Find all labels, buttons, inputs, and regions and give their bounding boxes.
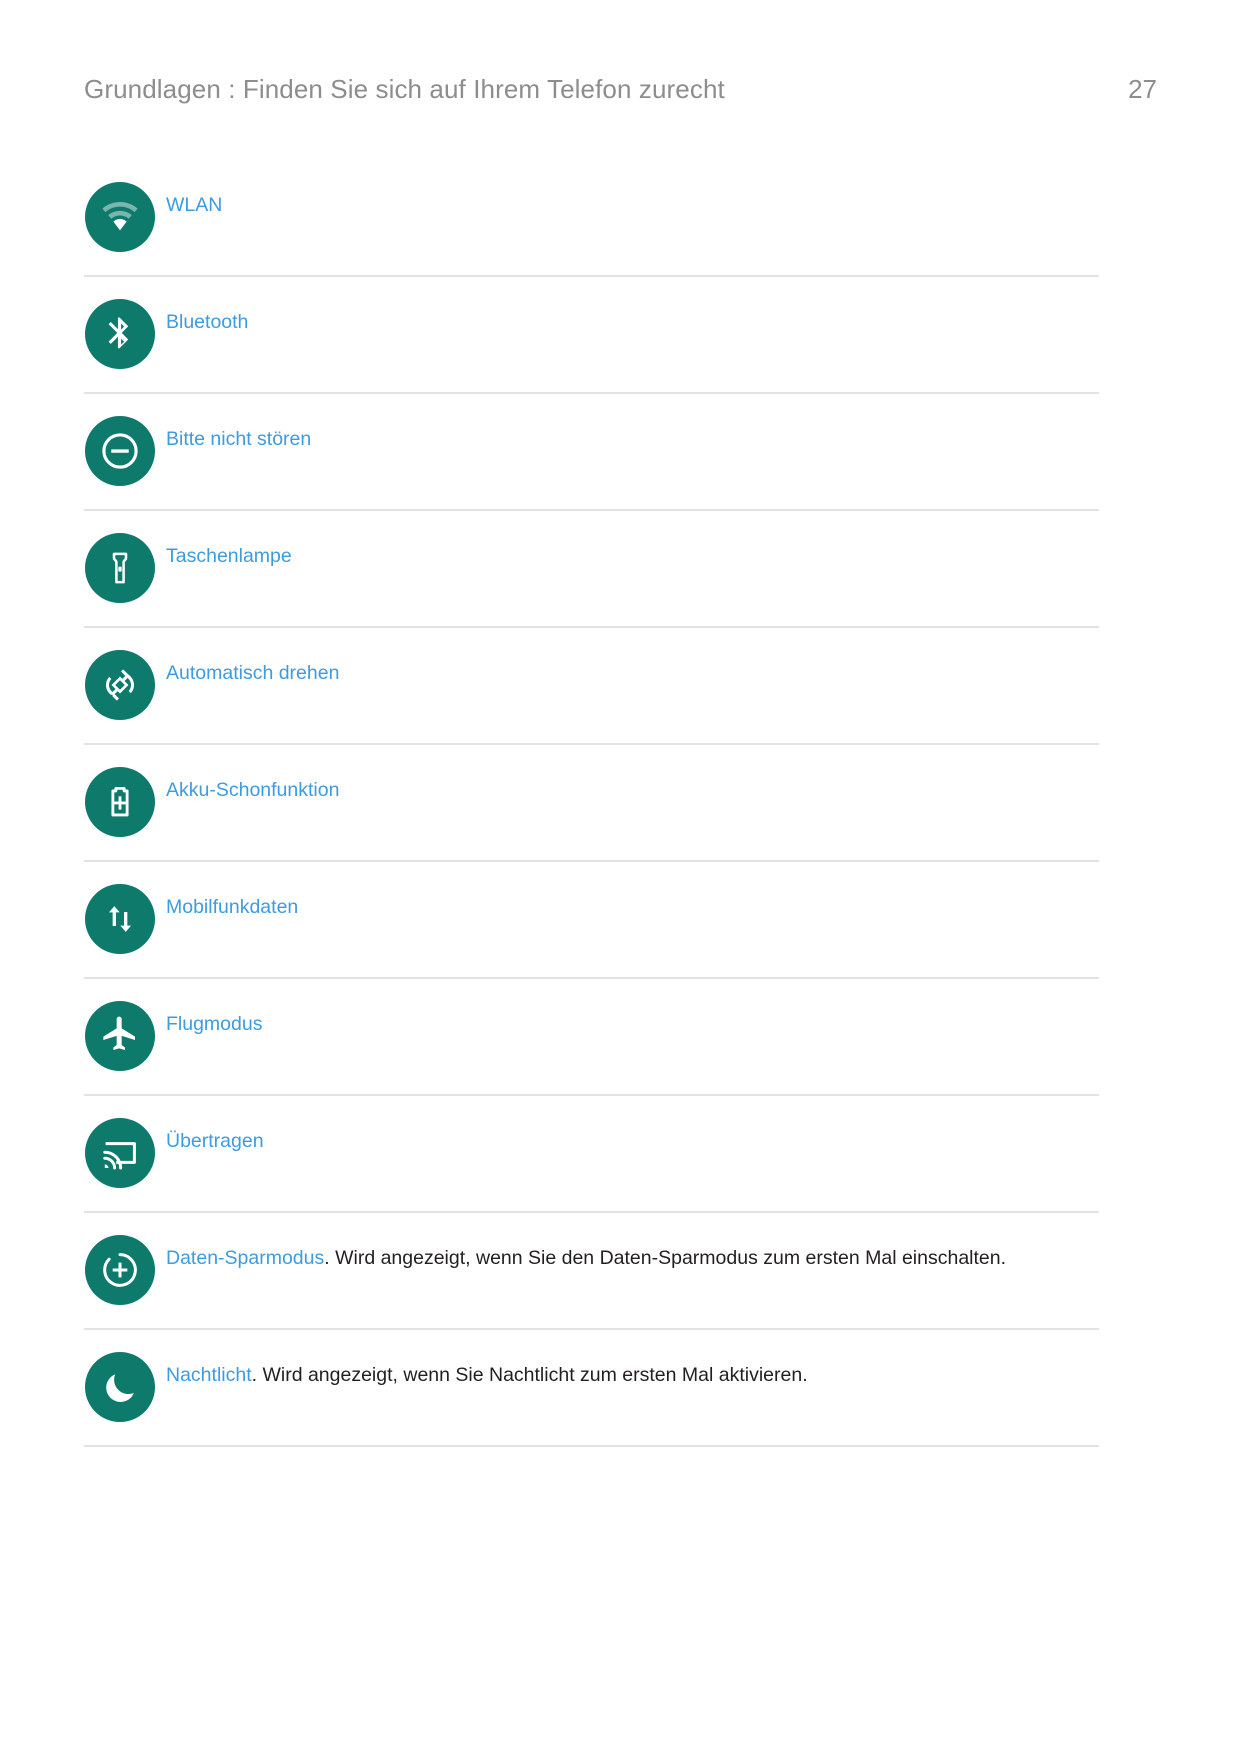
airplane-mode-icon (85, 1001, 155, 1071)
quick-setting-row: Mobilfunkdaten (84, 862, 1099, 979)
row-text: Mobilfunkdaten (155, 884, 1099, 921)
icon-cell (85, 1235, 155, 1305)
feature-link[interactable]: Übertragen (166, 1130, 264, 1152)
auto-rotate-icon (85, 650, 155, 720)
icon-cell (85, 1118, 155, 1188)
page-header: Grundlagen : Finden Sie sich auf Ihrem T… (84, 74, 1157, 118)
wifi-icon (85, 182, 155, 252)
feature-link[interactable]: Akku-Schonfunktion (166, 779, 339, 801)
feature-link[interactable]: Daten-Sparmodus (166, 1247, 324, 1269)
icon-cell (85, 416, 155, 486)
feature-link[interactable]: Nachtlicht (166, 1364, 252, 1386)
flashlight-icon (85, 533, 155, 603)
row-text: Daten-Sparmodus. Wird angezeigt, wenn Si… (155, 1235, 1099, 1272)
feature-description: . Wird angezeigt, wenn Sie den Daten-Spa… (324, 1247, 1007, 1269)
quick-setting-row: Nachtlicht. Wird angezeigt, wenn Sie Nac… (84, 1330, 1099, 1447)
quick-settings-list: WLAN Bluetooth Bitte nicht stören Taschenla… (84, 160, 1099, 1447)
row-text: Nachtlicht. Wird angezeigt, wenn Sie Nac… (155, 1352, 1099, 1389)
row-text: Übertragen (155, 1118, 1099, 1155)
bluetooth-icon (85, 299, 155, 369)
feature-link[interactable]: Flugmodus (166, 1013, 262, 1035)
icon-cell (85, 1352, 155, 1422)
battery-saver-icon (85, 767, 155, 837)
row-text: Akku-Schonfunktion (155, 767, 1099, 804)
cast-icon (85, 1118, 155, 1188)
quick-setting-row: Akku-Schonfunktion (84, 745, 1099, 862)
icon-cell (85, 650, 155, 720)
quick-setting-row: Flugmodus (84, 979, 1099, 1096)
icon-cell (85, 767, 155, 837)
row-text: Automatisch drehen (155, 650, 1099, 687)
row-text: Bitte nicht stören (155, 416, 1099, 453)
feature-link[interactable]: Bitte nicht stören (166, 428, 311, 450)
quick-setting-row: Taschenlampe (84, 511, 1099, 628)
row-text: Bluetooth (155, 299, 1099, 336)
quick-setting-row: Automatisch drehen (84, 628, 1099, 745)
quick-setting-row: Bitte nicht stören (84, 394, 1099, 511)
feature-link[interactable]: Bluetooth (166, 311, 248, 333)
icon-cell (85, 884, 155, 954)
manual-page: Grundlagen : Finden Sie sich auf Ihrem T… (0, 0, 1241, 1754)
quick-setting-row: Bluetooth (84, 277, 1099, 394)
feature-link[interactable]: Taschenlampe (166, 545, 292, 567)
row-text: WLAN (155, 182, 1099, 219)
quick-setting-row: WLAN (84, 160, 1099, 277)
row-text: Flugmodus (155, 1001, 1099, 1038)
do-not-disturb-icon (85, 416, 155, 486)
feature-description: . Wird angezeigt, wenn Sie Nachtlicht zu… (251, 1364, 808, 1386)
icon-cell (85, 299, 155, 369)
icon-cell (85, 182, 155, 252)
icon-cell (85, 1001, 155, 1071)
icon-cell (85, 533, 155, 603)
page-title: Grundlagen : Finden Sie sich auf Ihrem T… (84, 74, 725, 104)
quick-setting-row: Übertragen (84, 1096, 1099, 1213)
feature-link[interactable]: Mobilfunkdaten (166, 896, 298, 918)
mobile-data-icon (85, 884, 155, 954)
data-saver-icon (85, 1235, 155, 1305)
night-light-icon (85, 1352, 155, 1422)
page-number: 27 (1128, 74, 1157, 104)
row-text: Taschenlampe (155, 533, 1099, 570)
feature-link[interactable]: WLAN (166, 194, 222, 216)
feature-link[interactable]: Automatisch drehen (166, 662, 339, 684)
quick-setting-row: Daten-Sparmodus. Wird angezeigt, wenn Si… (84, 1213, 1099, 1330)
